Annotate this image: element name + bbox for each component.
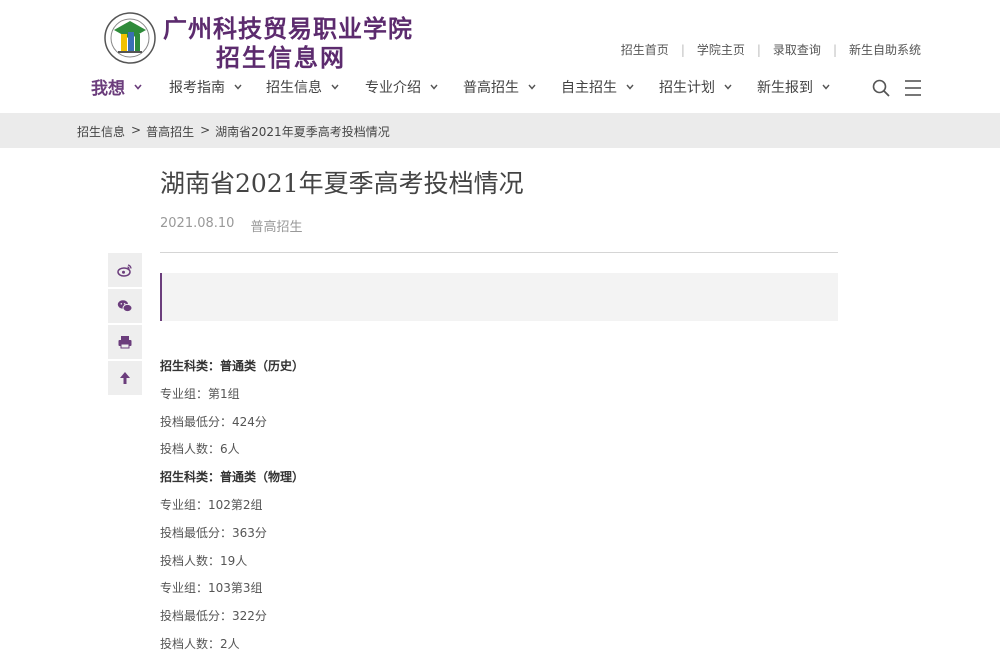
print-button[interactable]: [108, 325, 142, 359]
nav-item-i-want[interactable]: 我想: [91, 74, 143, 99]
article-line: 专业组：102第2组: [160, 497, 263, 512]
school-logo[interactable]: [104, 12, 156, 64]
nav-item-label: 我想: [91, 79, 125, 99]
back-to-top-icon: [120, 372, 130, 384]
chevron-down-icon: [134, 83, 142, 90]
share-sidebar: [108, 253, 142, 397]
main-nav: 我想 报考指南 招生信息 专业介绍 普高招生 自主招生 招生计划 新生报到: [0, 73, 1000, 103]
nav-item-independent-admission[interactable]: 自主招生: [561, 77, 635, 97]
chevron-down-icon: [430, 84, 438, 90]
breadcrumb-item-general-admission[interactable]: 普高招生: [146, 123, 194, 140]
nav-item-label: 普高招生: [463, 80, 519, 96]
article-category-link[interactable]: 普高招生: [250, 216, 302, 235]
site-name: 招生信息网: [216, 44, 346, 72]
breadcrumb-item-current: 湖南省2021年夏季高考投档情况: [215, 125, 390, 139]
article-line: 专业组：103第3组: [160, 581, 263, 596]
nav-item-freshman-registration[interactable]: 新生报到: [757, 77, 831, 97]
share-weibo-button[interactable]: [108, 253, 142, 287]
breadcrumb-separator: >: [131, 123, 142, 137]
nav-item-general-admission[interactable]: 普高招生: [463, 77, 537, 97]
wechat-icon: [117, 300, 133, 313]
breadcrumb-separator: >: [200, 123, 211, 137]
top-link-admission-query[interactable]: 录取查询: [773, 41, 821, 58]
share-wechat-button[interactable]: [108, 289, 142, 323]
nav-item-majors[interactable]: 专业介绍: [365, 77, 439, 97]
chevron-down-icon: [822, 84, 830, 90]
article-line: 投档最低分：424分: [160, 414, 267, 429]
nav-item-label: 招生计划: [659, 80, 715, 96]
article-body: 招生科类：普通类（历史） 专业组：第1组 投档最低分：424分 投档人数：6人 …: [160, 356, 840, 662]
article-title: 湖南省2021年夏季高考投档情况: [160, 169, 524, 198]
weibo-icon: [117, 264, 132, 277]
breadcrumb-item-admission-info[interactable]: 招生信息: [77, 123, 125, 140]
top-links: 招生首页 | 学院主页 | 录取查询 | 新生自助系统: [621, 41, 921, 58]
article-line: 投档人数：19人: [160, 553, 248, 568]
top-link-separator: |: [756, 42, 761, 57]
menu-button[interactable]: [903, 78, 923, 98]
top-link-separator: |: [832, 42, 837, 57]
top-link-college-home[interactable]: 学院主页: [697, 41, 745, 58]
article-line: 投档最低分：322分: [160, 609, 267, 624]
hamburger-menu-icon: [905, 80, 921, 96]
article-meta: 2021.08.10 普高招生: [160, 216, 302, 235]
nav-item-enrollment-plan[interactable]: 招生计划: [659, 77, 733, 97]
article-date: 2021.08.10: [160, 216, 235, 231]
nav-item-label: 专业介绍: [365, 80, 421, 96]
article-line: 招生科类：普通类（物理）: [160, 470, 305, 485]
divider: [160, 252, 838, 253]
chevron-down-icon: [724, 84, 732, 90]
nav-item-admission-info[interactable]: 招生信息: [266, 77, 340, 97]
top-link-freshman-system[interactable]: 新生自助系统: [849, 41, 921, 58]
article-line: 投档人数：6人: [160, 442, 240, 457]
article-line: 专业组：第1组: [160, 386, 240, 401]
nav-item-label: 自主招生: [561, 80, 617, 96]
breadcrumb-bar: 招生信息 > 普高招生 > 湖南省2021年夏季高考投档情况: [0, 113, 1000, 148]
top-link-admissions-home[interactable]: 招生首页: [621, 41, 669, 58]
article-line: 投档人数：2人: [160, 636, 240, 651]
chevron-down-icon: [626, 84, 634, 90]
article-line: 招生科类：普通类（历史）: [160, 359, 305, 373]
chevron-down-icon: [234, 84, 242, 90]
search-icon: [872, 79, 890, 97]
nav-item-label: 招生信息: [266, 80, 322, 96]
nav-item-label: 报考指南: [169, 80, 225, 96]
nav-item-label: 新生报到: [757, 80, 813, 96]
search-button[interactable]: [871, 78, 891, 98]
chevron-down-icon: [528, 84, 536, 90]
print-icon: [118, 336, 132, 349]
nav-item-application-guide[interactable]: 报考指南: [169, 77, 243, 97]
chevron-down-icon: [331, 84, 339, 90]
back-to-top-button[interactable]: [108, 361, 142, 395]
article-line: 投档最低分：363分: [160, 525, 267, 540]
article-summary-box: [160, 273, 838, 321]
breadcrumb: 招生信息 > 普高招生 > 湖南省2021年夏季高考投档情况: [77, 123, 390, 140]
top-link-separator: |: [680, 42, 685, 57]
